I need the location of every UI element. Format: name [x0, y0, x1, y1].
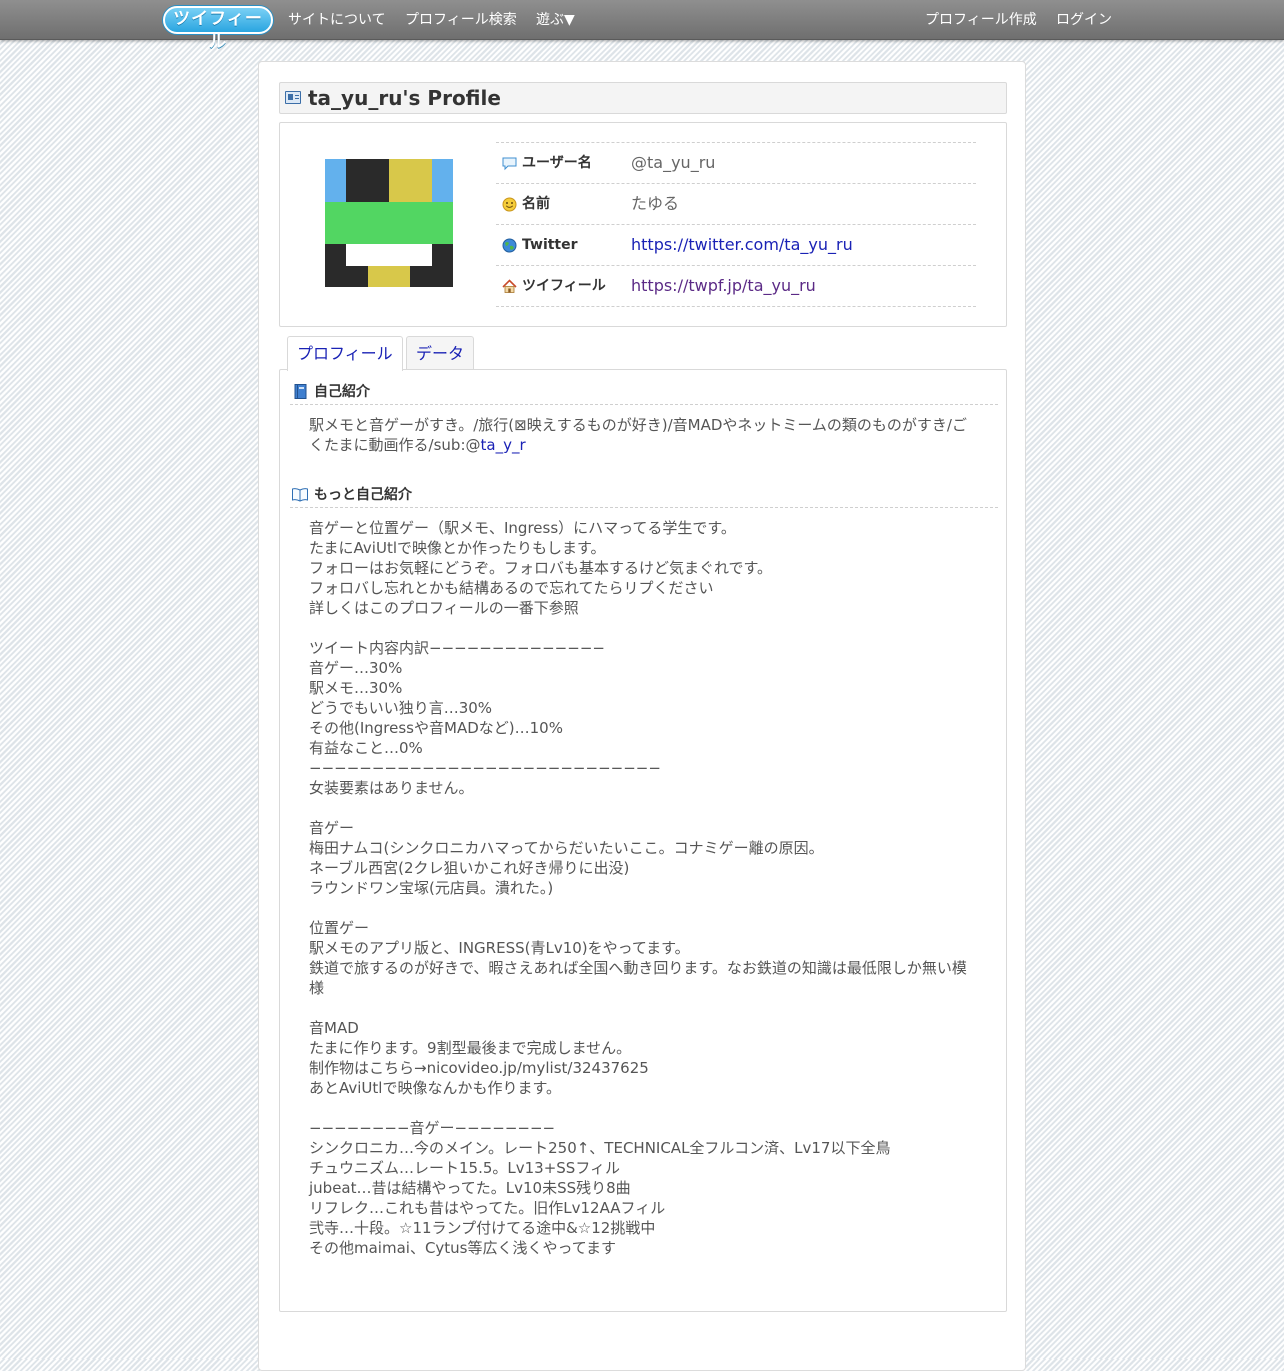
avatar [325, 159, 453, 287]
page-title: ta_yu_ru's Profile [308, 86, 501, 110]
nav-search-link[interactable]: プロフィール検索 [405, 0, 517, 40]
twitter-link[interactable]: https://twitter.com/ta_yu_ru [631, 225, 853, 265]
twpf-label: ツイフィール [522, 278, 606, 294]
nav-play-dropdown[interactable]: 遊ぶ▼ [536, 0, 575, 40]
profile-summary-box: ユーザー名 @ta_yu_ru 名前 たゆる Twitter https://t… [279, 122, 1007, 327]
bio-text: 駅メモと音ゲーがすき。/旅行(⊠映えするものが好き)/音MADやネットミームの類… [309, 415, 981, 455]
info-row-twpf: ツイフィール https://twpf.jp/ta_yu_ru [496, 266, 976, 307]
twpf-link[interactable]: https://twpf.jp/ta_yu_ru [631, 266, 816, 306]
nav-login-link[interactable]: ログイン [1056, 0, 1112, 40]
bio-section-header: 自己紹介 [290, 379, 998, 405]
top-navbar: ツイフィール サイトについて プロフィール検索 遊ぶ▼ プロフィール作成 ログイ… [0, 0, 1284, 52]
page-title-bar: ta_yu_ru's Profile [279, 82, 1007, 114]
main-container: ta_yu_ru's Profile ユーザー名 @ta_yu_ru 名前 たゆ… [258, 61, 1026, 1371]
info-row-twitter: Twitter https://twitter.com/ta_yu_ru [496, 225, 976, 266]
profile-card-icon [285, 91, 301, 104]
bio-section-title: 自己紹介 [314, 384, 370, 400]
globe-icon [502, 238, 517, 253]
tab-profile[interactable]: プロフィール [287, 336, 403, 371]
username-label: ユーザー名 [522, 155, 592, 171]
nav-create-profile-link[interactable]: プロフィール作成 [925, 0, 1037, 40]
site-logo[interactable]: ツイフィール [163, 6, 273, 52]
blue-book-icon [294, 384, 307, 399]
house-icon [502, 279, 517, 293]
username-value: @ta_yu_ru [631, 153, 716, 172]
nav-about-link[interactable]: サイトについて [288, 0, 386, 40]
more-bio-section-header: もっと自己紹介 [290, 482, 998, 508]
info-row-name: 名前 たゆる [496, 184, 976, 225]
info-row-username: ユーザー名 @ta_yu_ru [496, 143, 976, 184]
tab-content-box: 自己紹介 駅メモと音ゲーがすき。/旅行(⊠映えするものが好き)/音MADやネット… [279, 369, 1007, 1312]
smiley-icon [502, 197, 517, 212]
open-book-icon [292, 488, 308, 502]
more-bio-section-title: もっと自己紹介 [314, 487, 412, 503]
speech-bubble-icon [502, 157, 517, 171]
bio-body: 駅メモと音ゲーがすき。/旅行(⊠映えするものが好き)/音MADやネットミームの類… [309, 416, 967, 454]
name-label: 名前 [522, 196, 550, 212]
sub-account-link[interactable]: ta_y_r [481, 436, 526, 454]
profile-info-table: ユーザー名 @ta_yu_ru 名前 たゆる Twitter https://t… [496, 142, 976, 307]
tab-data[interactable]: データ [406, 336, 475, 370]
twitter-label: Twitter [522, 237, 578, 253]
more-bio-text: 音ゲーと位置ゲー（駅メモ、Ingress）にハマってる学生です。 たまにAviU… [309, 519, 967, 1257]
name-value: たゆる [631, 194, 680, 213]
